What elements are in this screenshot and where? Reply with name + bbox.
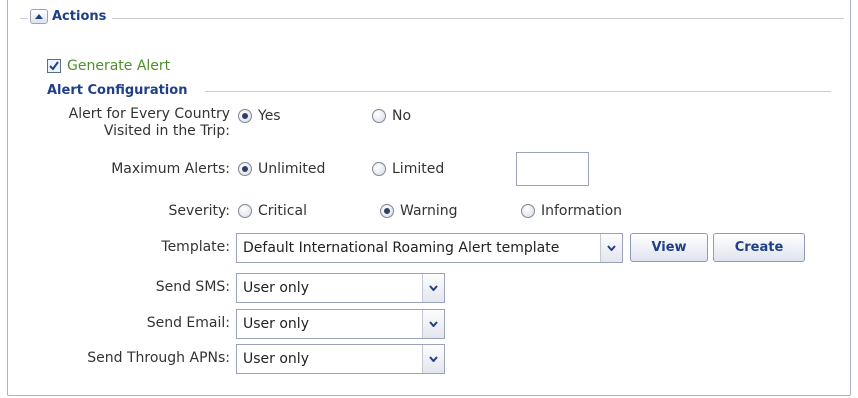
actions-header: Actions bbox=[28, 9, 113, 24]
template-select-value: Default International Roaming Alert temp… bbox=[243, 240, 560, 256]
alert-configuration-divider bbox=[205, 91, 831, 92]
maximum-alerts-unlimited-label: Unlimited bbox=[258, 161, 326, 177]
generate-alert-row[interactable]: Generate Alert bbox=[47, 58, 170, 74]
send-email-select-value: User only bbox=[243, 316, 309, 332]
chevron-down-icon[interactable] bbox=[422, 345, 444, 373]
severity-information-label: Information bbox=[541, 203, 623, 219]
every-country-label: Alert for Every Country Visited in the T… bbox=[69, 106, 230, 140]
radio-unselected-icon bbox=[521, 204, 535, 218]
maximum-alerts-unlimited-radio[interactable]: Unlimited bbox=[238, 161, 325, 177]
radio-unselected-icon bbox=[372, 109, 386, 123]
send-sms-label: Send SMS: bbox=[155, 279, 230, 295]
alert-configuration-title: Alert Configuration bbox=[47, 83, 192, 98]
chevron-down-icon[interactable] bbox=[422, 310, 444, 338]
send-email-select[interactable]: User only bbox=[236, 309, 445, 339]
actions-divider bbox=[20, 18, 844, 19]
severity-information-radio[interactable]: Information bbox=[521, 203, 622, 219]
generate-alert-checkbox[interactable] bbox=[47, 59, 61, 73]
radio-selected-icon bbox=[238, 109, 252, 123]
every-country-label-line1: Alert for Every Country bbox=[68, 106, 230, 122]
send-sms-select-value: User only bbox=[243, 280, 309, 296]
severity-critical-label: Critical bbox=[258, 203, 307, 219]
severity-warning-label: Warning bbox=[400, 203, 458, 219]
send-apns-label: Send Through APNs: bbox=[87, 350, 230, 366]
maximum-alerts-limited-label: Limited bbox=[392, 161, 445, 177]
send-sms-select[interactable]: User only bbox=[236, 273, 445, 303]
create-button[interactable]: Create bbox=[713, 233, 805, 262]
radio-selected-icon bbox=[380, 204, 394, 218]
every-country-yes-radio[interactable]: Yes bbox=[238, 108, 281, 124]
severity-warning-radio[interactable]: Warning bbox=[380, 203, 458, 219]
chevron-up-icon bbox=[35, 14, 43, 19]
template-select[interactable]: Default International Roaming Alert temp… bbox=[236, 233, 623, 263]
chevron-down-icon[interactable] bbox=[600, 234, 622, 262]
every-country-no-label: No bbox=[392, 108, 412, 124]
radio-selected-icon bbox=[238, 162, 252, 176]
radio-unselected-icon bbox=[372, 162, 386, 176]
severity-critical-radio[interactable]: Critical bbox=[238, 203, 307, 219]
severity-label: Severity: bbox=[168, 203, 230, 219]
every-country-no-radio[interactable]: No bbox=[372, 108, 411, 124]
generate-alert-label: Generate Alert bbox=[67, 58, 171, 74]
radio-unselected-icon bbox=[238, 204, 252, 218]
every-country-yes-label: Yes bbox=[258, 108, 281, 124]
maximum-alerts-label: Maximum Alerts: bbox=[111, 161, 230, 177]
every-country-label-line2: Visited in the Trip: bbox=[103, 123, 230, 139]
send-email-label: Send Email: bbox=[146, 315, 230, 331]
maximum-alerts-limit-input[interactable] bbox=[516, 152, 589, 186]
check-icon bbox=[49, 61, 59, 71]
actions-title: Actions bbox=[52, 9, 107, 24]
collapse-button[interactable] bbox=[30, 9, 48, 24]
send-apns-select-value: User only bbox=[243, 351, 309, 367]
template-label: Template: bbox=[161, 239, 230, 255]
maximum-alerts-limited-radio[interactable]: Limited bbox=[372, 161, 444, 177]
send-apns-select[interactable]: User only bbox=[236, 344, 445, 374]
view-button[interactable]: View bbox=[630, 233, 708, 262]
chevron-down-icon[interactable] bbox=[422, 274, 444, 302]
